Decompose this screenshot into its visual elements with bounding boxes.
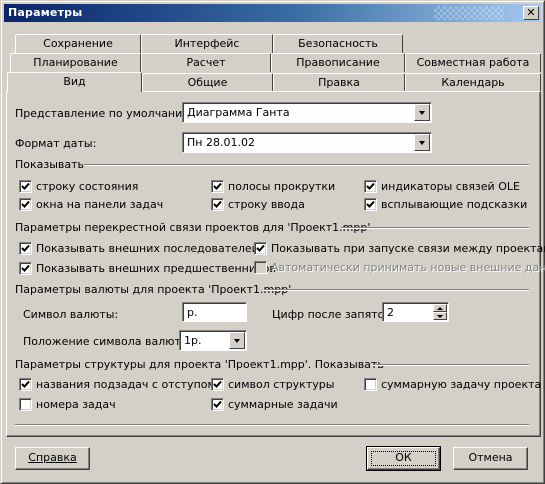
default-view-value: Диаграмма Ганта [187, 106, 290, 119]
show-links-on-open-label: Показывать при запуске связи между проек… [271, 242, 545, 255]
scroll-bars-checkbox[interactable] [211, 180, 224, 193]
checkmark-icon [256, 244, 265, 252]
screentips-label: всплывающие подсказки [381, 198, 528, 211]
arrow-up-icon [437, 307, 443, 310]
tab-calendar[interactable]: Календарь [405, 73, 541, 92]
spin-down-button[interactable] [433, 312, 447, 320]
ole-links-checkbox[interactable] [364, 180, 377, 193]
title-bar[interactable]: Параметры ✕ [4, 4, 541, 22]
tab-save[interactable]: Сохранение [15, 34, 141, 53]
window-title: Параметры [8, 6, 83, 19]
checkmark-icon [213, 182, 222, 190]
ok-button[interactable]: ОК [366, 446, 441, 471]
summary-tasks-label: суммарные задачи [228, 398, 338, 411]
chevron-down-icon [419, 141, 425, 145]
currency-placement-label: Положение символа валюты: [23, 335, 194, 348]
screentips-checkbox[interactable] [364, 198, 377, 211]
checkmark-icon [366, 182, 375, 190]
bottom-divider [15, 424, 529, 426]
currency-placement-value: 1р. [184, 334, 202, 347]
tab-edit[interactable]: Правка [273, 73, 405, 92]
project-summary-checkbox[interactable] [364, 378, 377, 391]
spin-up-button[interactable] [433, 304, 447, 312]
show-links-on-open-checkbox[interactable] [254, 242, 267, 255]
status-bar-label: строку состояния [36, 180, 139, 193]
default-view-select[interactable]: Диаграмма Ганта [182, 102, 432, 123]
taskbar-windows-label: окна на панели задач [36, 198, 164, 211]
checkmark-icon [21, 244, 30, 252]
date-format-label: Формат даты: [15, 137, 97, 150]
task-numbers-label: номера задач [36, 398, 116, 411]
chevron-down-icon [234, 339, 240, 343]
date-format-value: Пн 28.01.02 [187, 136, 255, 149]
external-predecessors-checkbox[interactable] [19, 262, 32, 275]
cancel-button[interactable]: Отмена [453, 447, 528, 470]
taskbar-windows-checkbox[interactable] [19, 198, 32, 211]
tab-view[interactable]: Вид [7, 72, 142, 92]
show-group-title: Показывать [15, 158, 85, 171]
tab-interface[interactable]: Интерфейс [141, 34, 273, 53]
currency-placement-dropdown-button[interactable] [229, 332, 245, 349]
close-icon: ✕ [526, 6, 536, 19]
status-bar-checkbox[interactable] [19, 180, 32, 193]
tab-spelling[interactable]: Правописание [271, 53, 405, 72]
show-group-divider [83, 164, 529, 166]
currency-symbol-input[interactable]: р. [182, 302, 247, 322]
outline-symbol-label: символ структуры [228, 378, 335, 391]
currency-symbol-label: Символ валюты: [23, 308, 119, 321]
checkmark-icon [213, 400, 222, 408]
checkmark-icon [21, 264, 30, 272]
task-numbers-checkbox[interactable] [19, 398, 32, 411]
outline-group-divider [373, 364, 529, 366]
auto-accept-data-checkbox[interactable] [254, 261, 267, 274]
decimal-digits-spin [433, 304, 447, 320]
ole-links-label: индикаторы связей OLE [381, 180, 520, 193]
date-format-dropdown-button[interactable] [414, 134, 430, 151]
decimal-digits-stepper[interactable]: 2 [382, 302, 449, 322]
date-format-select[interactable]: Пн 28.01.02 [182, 132, 432, 153]
checkmark-icon [21, 380, 30, 388]
checkmark-icon [213, 380, 222, 388]
external-successors-checkbox[interactable] [19, 242, 32, 255]
checkmark-icon [21, 182, 30, 190]
chevron-down-icon [419, 111, 425, 115]
crosslink-group-title: Параметры перекрестной связи проектов дл… [15, 221, 371, 234]
checkmark-icon [21, 200, 30, 208]
summary-tasks-checkbox[interactable] [211, 398, 224, 411]
entry-bar-label: строку ввода [228, 198, 305, 211]
currency-placement-select[interactable]: 1р. [179, 330, 247, 351]
checkmark-icon [213, 200, 222, 208]
indent-names-label: названия подзадач с отступом [36, 378, 216, 391]
tab-security[interactable]: Безопасность [273, 34, 403, 53]
tab-collaborate[interactable]: Совместная работа [405, 53, 541, 72]
outline-group-title: Параметры структуры для проекта 'Проект1… [15, 358, 384, 371]
tab-calculation[interactable]: Расчет [141, 53, 271, 72]
outline-symbol-checkbox[interactable] [211, 378, 224, 391]
external-predecessors-label: Показывать внешних предшественников [36, 262, 276, 275]
arrow-down-icon [437, 315, 443, 318]
crosslink-group-divider [341, 227, 529, 229]
default-view-label: Представление по умолчанию: [15, 107, 196, 120]
options-dialog: Параметры ✕ Сохранение Интерфейс Безопас… [0, 0, 545, 484]
auto-accept-data-label: Автоматически принимать новые внешние да… [271, 261, 545, 274]
checkmark-icon [366, 200, 375, 208]
scroll-bars-label: полосы прокрутки [228, 180, 336, 193]
currency-group-title: Параметры валюты для проекта 'Проект1.mp… [15, 283, 292, 296]
default-view-dropdown-button[interactable] [414, 104, 430, 121]
decimal-digits-label: Цифр после запятой: [272, 308, 396, 321]
help-button[interactable]: Справка [15, 447, 90, 470]
entry-bar-checkbox[interactable] [211, 198, 224, 211]
project-summary-label: суммарную задачу проекта [381, 378, 542, 391]
external-successors-label: Показывать внешних последователей [36, 242, 259, 255]
title-bar-pattern [434, 6, 504, 20]
tab-scheduling[interactable]: Планирование [10, 53, 141, 72]
close-button[interactable]: ✕ [523, 6, 539, 20]
tab-general[interactable]: Общие [142, 73, 273, 92]
currency-group-divider [264, 289, 529, 291]
indent-names-checkbox[interactable] [19, 378, 32, 391]
